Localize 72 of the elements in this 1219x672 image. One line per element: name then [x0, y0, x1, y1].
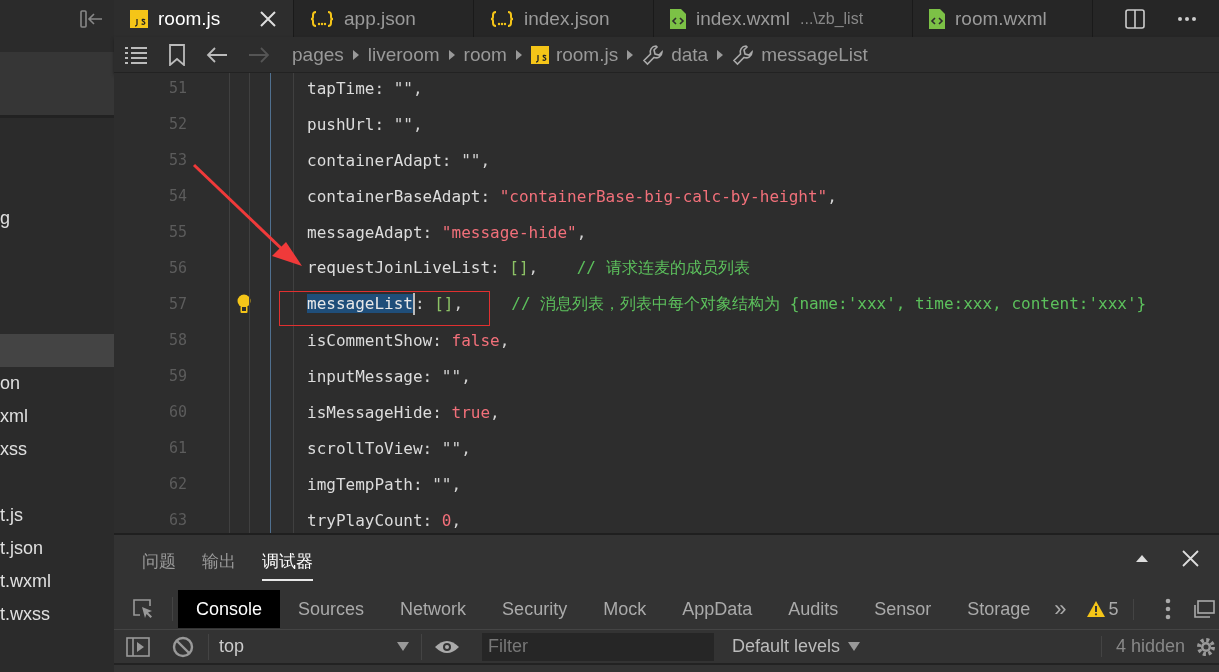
devtools-tab[interactable]: Network	[382, 590, 485, 628]
code-line: isCommentShow: false,	[307, 330, 510, 350]
devtools-tab[interactable]: Security	[484, 590, 586, 628]
breadcrumb-item[interactable]: messageList	[761, 43, 868, 66]
code-line: messageList: [], // 消息列表，列表中每个对象结构为 {name:'xxx', time:xxx, content:'xxx'}	[307, 293, 1147, 315]
clear-console-icon[interactable]	[172, 635, 194, 658]
chevron-right-icon	[514, 48, 523, 61]
close-icon[interactable]	[259, 9, 277, 28]
chevron-right-icon	[351, 48, 360, 61]
list-icon[interactable]	[124, 44, 148, 65]
devtools-tab[interactable]: Audits	[770, 590, 857, 628]
tab-path: ...\zb_list	[800, 9, 864, 28]
code-line: isMessageHide: true,	[307, 402, 500, 422]
code-line: tapTime: "",	[307, 78, 423, 98]
collapse-sidebar-icon[interactable]	[80, 8, 104, 29]
json-file-icon	[490, 9, 514, 28]
breadcrumb-item[interactable]: pages	[292, 43, 344, 66]
sidebar-toggle-icon[interactable]	[126, 636, 150, 657]
warning-icon[interactable]	[1086, 601, 1105, 617]
devtools-tab[interactable]: Console	[178, 590, 281, 628]
warning-count[interactable]: 5	[1108, 598, 1119, 620]
panel-tab[interactable]: 调试器	[262, 550, 313, 581]
maximize-panel-icon[interactable]	[1136, 554, 1148, 562]
breadcrumb-item[interactable]: room.js	[555, 43, 619, 66]
bookmark-icon[interactable]	[168, 43, 186, 66]
back-arrow-icon[interactable]	[206, 45, 228, 64]
chevron-right-icon	[447, 48, 456, 61]
panel-tab[interactable]: 输出	[202, 550, 236, 581]
code-line: inputMessage: "",	[307, 366, 471, 386]
context-selector[interactable]: top	[208, 633, 422, 660]
close-icon[interactable]	[1182, 549, 1199, 567]
code-file-icon	[929, 8, 945, 29]
code-file-icon	[670, 8, 686, 29]
kebab-menu-icon[interactable]	[1165, 598, 1171, 620]
lightbulb-icon[interactable]	[237, 294, 251, 314]
dropdown-caret-icon	[848, 642, 861, 651]
breadcrumb-item[interactable]: data	[671, 43, 709, 66]
code-line: containerBaseAdapt: "containerBase-big-calc-by-height",	[307, 186, 837, 206]
devtools-tab[interactable]: Sensor	[856, 590, 950, 628]
js-file-icon	[530, 45, 549, 64]
editor-tab[interactable]: room.js	[114, 0, 294, 37]
json-file-icon	[310, 9, 334, 28]
devtools-tab[interactable]: AppData	[664, 590, 771, 628]
code-line: pushUrl: "",	[307, 114, 423, 134]
wrench-icon	[642, 43, 665, 66]
split-editor-icon[interactable]	[1125, 8, 1145, 29]
devtools-tab[interactable]: Sources	[280, 590, 383, 628]
devtools-tab[interactable]: Storage	[949, 590, 1049, 628]
code-line: containerAdapt: "",	[307, 150, 491, 170]
hidden-count: 4 hidden	[1100, 636, 1185, 657]
code-line: messageAdapt: "message-hide",	[307, 222, 587, 242]
breadcrumb-item[interactable]: liveroom	[367, 43, 440, 66]
inspect-element-icon[interactable]	[132, 598, 154, 620]
breadcrumb-item[interactable]: room	[463, 43, 507, 66]
dropdown-caret-icon	[397, 642, 409, 651]
code-line: tryPlayCount: 0,	[307, 510, 462, 530]
panel-tab[interactable]: 问题	[142, 550, 176, 581]
settings-icon[interactable]	[1195, 635, 1217, 658]
code-line: requestJoinLiveList: [], // 请求连麦的成员列表	[307, 257, 750, 279]
wrench-icon	[732, 43, 755, 66]
chevron-right-icon	[716, 48, 725, 61]
code-line: imgTempPath: "",	[307, 474, 462, 494]
code-line: scrollToView: "",	[307, 438, 471, 458]
levels-dropdown[interactable]: Default levels	[726, 635, 867, 658]
chevron-right-icon	[626, 48, 635, 61]
js-file-icon	[130, 9, 148, 28]
more-tabs-button[interactable]: »	[1054, 596, 1067, 622]
more-icon[interactable]	[1177, 15, 1197, 22]
eye-icon[interactable]	[434, 638, 460, 655]
undock-icon[interactable]	[1193, 600, 1215, 618]
filter-field[interactable]: Filter	[482, 632, 714, 661]
devtools-tab[interactable]: Mock	[585, 590, 665, 628]
